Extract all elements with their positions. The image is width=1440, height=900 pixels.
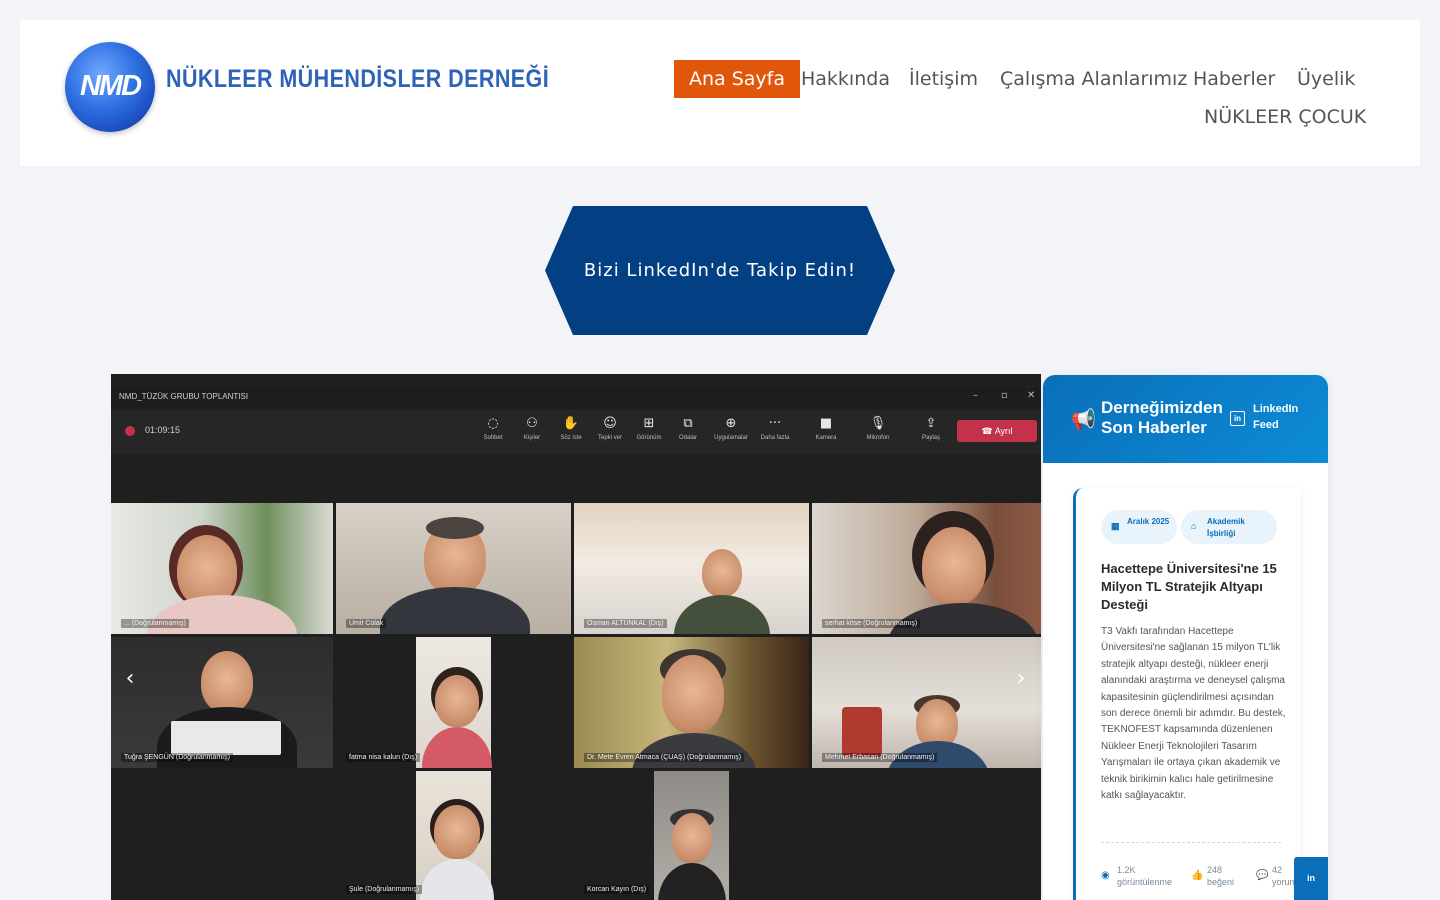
nav-contact[interactable]: İletişim (909, 60, 978, 98)
university-icon: ⌂ (1191, 521, 1197, 531)
video-tile: Korcan Kayın (Dış) (574, 771, 809, 900)
participant-name: Umit Colak (346, 619, 387, 628)
more-button: ··· Daha fazla (757, 416, 793, 441)
participant-name: Osman ALTUNKAL (Dış) (584, 619, 667, 628)
video-tile: Şule (Doğrulanmamış) (336, 771, 571, 900)
video-tile: serhat köse (Doğrulanmamış) (812, 503, 1041, 634)
react-button: ☺ Tepki ver (592, 416, 628, 441)
divider (1101, 842, 1281, 843)
mic-icon: 🎙 (869, 416, 887, 431)
participant-name: Tuğra ŞENGÜN (Doğrulanmamış) (121, 753, 233, 762)
people-button: ⚇ Kişiler (514, 416, 550, 441)
minimize-icon: – (973, 390, 978, 401)
participant-name: fatma nisa kalun (Dış) (346, 753, 421, 762)
video-tile: ... (Doğrulanmamış) (111, 503, 333, 634)
nav-membership[interactable]: Üyelik (1297, 60, 1355, 98)
phone-icon: ☎ (981, 426, 995, 436)
megaphone-icon: 📢 (1071, 407, 1096, 431)
meeting-titlebar: NMD_TÜZÜK GRUBU TOPLANTISI – ▫ ✕ (111, 388, 1041, 408)
news-title: Derneğimizden Son Haberler (1101, 398, 1223, 437)
camera-icon: ■ (819, 416, 833, 431)
video-tile: Osman ALTUNKAL (Dış) (574, 503, 809, 634)
video-tile: Tuğra ŞENGÜN (Doğrulanmamış) (111, 637, 333, 768)
close-icon: ✕ (1027, 390, 1036, 401)
meeting-title: NMD_TÜZÜK GRUBU TOPLANTISI (119, 392, 249, 401)
news-header: 📢 Derneğimizden Son Haberler in LinkedIn… (1043, 375, 1328, 463)
participant-name: Şule (Doğrulanmamış) (346, 885, 423, 894)
nav-news[interactable]: Haberler (1193, 60, 1275, 98)
news-panel: 📢 Derneğimizden Son Haberler in LinkedIn… (1043, 375, 1328, 900)
participant-name: serhat köse (Doğrulanmamış) (822, 619, 921, 628)
video-tile-speaking: Dr. Mete Evren Atmaca (ÇUAŞ) (Doğrulanma… (574, 637, 809, 768)
video-tile: Umit Colak (336, 503, 571, 634)
calendar-icon: ▦ (1111, 521, 1120, 531)
meeting-toolbar: 01:09:15 ◌ Sohbet ⚇ Kişiler ✋ Söz iste ☺ Tep… (111, 410, 1041, 454)
raise-hand-icon: ✋ (562, 416, 580, 431)
news-card[interactable]: ▦ Aralık 2025 ⌂ Akademik İşbirliği Hacet… (1073, 488, 1300, 900)
slider-next-button[interactable]: › (1009, 664, 1033, 694)
react-icon: ☺ (603, 416, 617, 431)
date-tag: ▦ Aralık 2025 (1101, 510, 1177, 544)
chat-button: ◌ Sohbet (475, 416, 511, 441)
news-item-body: T3 Vakfı tarafından Hacettepe Üniversite… (1101, 626, 1286, 802)
leave-button: ☎ Ayrıl (957, 420, 1037, 442)
raise-hand-button: ✋ Söz iste (553, 416, 589, 441)
maximize-icon: ▫ (1001, 390, 1008, 401)
linkedin-feed-label[interactable]: LinkedIn Feed (1253, 401, 1313, 433)
linkedin-float-button[interactable]: in (1294, 857, 1328, 900)
rooms-icon: ⧉ (683, 416, 693, 431)
apps-icon: ⊕ (725, 416, 737, 431)
comment-icon: 💬 (1256, 870, 1269, 881)
nav-work-areas[interactable]: Çalışma Alanlarımız (1000, 60, 1187, 98)
meeting-timer: 01:09:15 (145, 425, 181, 435)
share-button: ⇪ Paylaş (913, 416, 949, 441)
thumbs-up-icon: 👍 (1191, 870, 1204, 881)
recording-icon (125, 426, 135, 436)
more-icon: ··· (768, 416, 782, 431)
site-name[interactable]: NÜKLEER MÜHENDİSLER DERNEĞİ (166, 65, 549, 94)
view-button: ⊞ Görünüm (631, 416, 667, 441)
rooms-button: ⧉ Odalar (670, 416, 706, 441)
news-item-title[interactable]: Hacettepe Üniversitesi'ne 15 Milyon TL S… (1101, 560, 1286, 614)
mic-button: 🎙 Mikrofon (860, 416, 896, 441)
linkedin-icon: in (1230, 411, 1245, 426)
people-icon: ⚇ (526, 416, 538, 431)
slider-prev-button[interactable]: ‹ (118, 664, 142, 694)
participant-name: Mehmet Erbasan (Doğrulanmamış) (822, 753, 938, 762)
participant-name: ... (Doğrulanmamış) (121, 619, 189, 628)
image-slider: NMD_TÜZÜK GRUBU TOPLANTISI – ▫ ✕ 01:09:1… (111, 374, 1041, 900)
view-icon: ⊞ (643, 416, 655, 431)
nav-home[interactable]: Ana Sayfa (674, 60, 801, 98)
linkedin-icon: in (1307, 873, 1315, 883)
nav-about[interactable]: Hakkında (801, 60, 890, 98)
participant-name: Dr. Mete Evren Atmaca (ÇUAŞ) (Doğrulanma… (584, 753, 745, 762)
site-header: NMD NÜKLEER MÜHENDİSLER DERNEĞİ Ana Sayf… (20, 20, 1420, 166)
video-tile: Mehmet Erbasan (Doğrulanmamış) (812, 637, 1041, 768)
category-tag: ⌂ Akademik İşbirliği (1181, 510, 1277, 544)
linkedin-follow-banner[interactable]: Bizi LinkedIn'de Takip Edin! (545, 206, 895, 335)
camera-button: ■ Kamera (808, 416, 844, 441)
logo-mark: NMD (79, 70, 142, 102)
nmd-logo[interactable]: NMD (65, 42, 155, 132)
video-tile: fatma nisa kalun (Dış) (336, 637, 571, 768)
participant-name: Korcan Kayın (Dış) (584, 885, 650, 894)
nav-nuclear-kids[interactable]: NÜKLEER ÇOCUK (1204, 98, 1366, 136)
share-icon: ⇪ (925, 416, 937, 431)
eye-icon: ◉ (1101, 870, 1110, 881)
chat-icon: ◌ (487, 416, 499, 431)
linkedin-follow-label: Bizi LinkedIn'de Takip Edin! (583, 260, 857, 281)
apps-button: ⊕ Uygulamalar (714, 416, 748, 441)
